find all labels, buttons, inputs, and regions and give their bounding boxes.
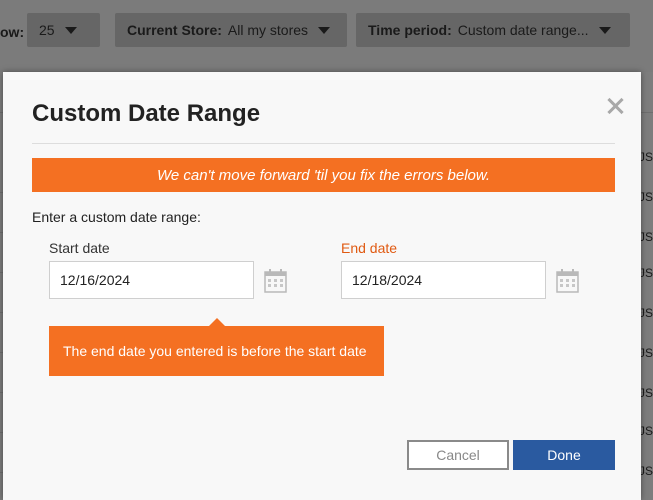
table-cell: JS xyxy=(639,424,653,438)
calendar-icon[interactable] xyxy=(264,269,287,293)
chevron-down-icon xyxy=(318,26,331,34)
title-divider xyxy=(32,143,615,144)
dialog-title: Custom Date Range xyxy=(32,100,261,127)
start-date-input[interactable]: 12/16/2024 xyxy=(49,261,254,299)
calendar-icon[interactable] xyxy=(556,269,579,293)
table-cell: JS xyxy=(639,346,653,360)
rows-per-page-label: ow: xyxy=(0,24,25,40)
table-cell: JS xyxy=(639,464,653,478)
chevron-down-icon xyxy=(64,26,77,34)
cancel-button[interactable]: Cancel xyxy=(407,440,509,470)
time-period-label: Time period: xyxy=(368,22,452,38)
end-date-label: End date xyxy=(341,240,398,256)
custom-date-range-dialog: Custom Date Range We can't move forward … xyxy=(3,72,641,500)
time-period-select[interactable]: Time period: Custom date range... xyxy=(356,13,630,47)
rows-per-page-value: 25 xyxy=(39,22,55,38)
error-banner: We can't move forward 'til you fix the e… xyxy=(32,158,615,192)
time-period-value: Custom date range... xyxy=(457,22,589,38)
field-error-tooltip: The end date you entered is before the s… xyxy=(49,318,384,376)
table-cell: JS xyxy=(639,266,653,280)
store-label: Current Store: xyxy=(127,22,222,38)
instruction-text: Enter a custom date range: xyxy=(32,209,201,225)
table-cell: JS xyxy=(639,230,653,244)
done-button[interactable]: Done xyxy=(513,440,615,470)
store-value: All my stores xyxy=(227,22,309,38)
filter-toolbar: ow: 25 Current Store: All my stores Time… xyxy=(0,0,653,72)
table-cell: JS xyxy=(639,190,653,204)
close-icon[interactable] xyxy=(605,96,625,116)
table-cell: JS xyxy=(639,306,653,320)
end-date-input[interactable]: 12/18/2024 xyxy=(341,261,546,299)
table-cell: JS xyxy=(639,150,653,164)
start-date-label: Start date xyxy=(49,240,110,256)
store-select[interactable]: Current Store: All my stores xyxy=(115,13,347,47)
table-cell: JS xyxy=(639,386,653,400)
rows-per-page-select[interactable]: 25 xyxy=(27,13,100,47)
chevron-down-icon xyxy=(598,26,611,34)
